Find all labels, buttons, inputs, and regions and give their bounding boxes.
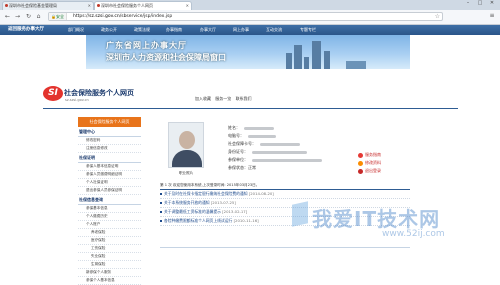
tab-label: 深圳市社会保险服务个人网页 xyxy=(101,3,153,8)
tab-bar: 深圳市社会保险基金管理局 ✕ 深圳市社会保险服务个人网页 ✕ – □ ✕ xyxy=(0,0,500,10)
sidebar-section-title: 社保证明 xyxy=(78,153,141,163)
nav-item[interactable]: 政策法规 xyxy=(134,25,150,35)
nav-item[interactable]: 办事指南 xyxy=(166,25,182,35)
close-tab-icon[interactable]: ✕ xyxy=(88,3,91,8)
page-subtitle: sz.szsi.gov.cn xyxy=(65,98,89,102)
sidebar-item[interactable]: 参保人员缴费明细证明 xyxy=(78,171,141,179)
tab-label: 深圳市社会保险基金管理局 xyxy=(9,3,57,8)
minimize-icon[interactable]: – xyxy=(462,0,474,7)
close-window-icon[interactable]: ✕ xyxy=(486,0,498,7)
url-field[interactable]: 🔒安全 https://sz.szsi.gov.cn/sbservice/jsp… xyxy=(48,12,443,21)
home-link[interactable]: 返回服务办事大厅 xyxy=(8,25,44,35)
favicon-icon xyxy=(5,4,8,7)
reload-icon[interactable]: ↻ xyxy=(25,13,32,20)
sidebar-subitem[interactable]: 失业保险 xyxy=(78,253,141,261)
nav-item[interactable]: 专题专栏 xyxy=(300,25,316,35)
sidebar-item[interactable]: 修改密码 xyxy=(78,137,141,145)
back-icon[interactable]: ← xyxy=(4,13,11,20)
sidebar-item[interactable]: 个人社保证明 xyxy=(78,179,141,187)
services-link[interactable]: 服务一览 xyxy=(215,96,231,101)
watermark: 我爱IT技术网 www.52ij.com xyxy=(292,201,445,239)
forward-icon[interactable]: → xyxy=(14,13,21,20)
sidebar-subitem[interactable]: 医疗保险 xyxy=(78,237,141,245)
favicon-icon xyxy=(97,4,100,7)
sidebar-section-title: 社保信息查询 xyxy=(78,195,141,205)
address-bar-row: ← → ↻ ⌂ 🔒安全 https://sz.szsi.gov.cn/sbser… xyxy=(0,10,500,25)
url-text: https://sz.szsi.gov.cn/sbservice/jsp/ind… xyxy=(73,14,173,19)
si-logo: SI xyxy=(43,86,63,101)
welcome-message: 第 1 次 欢迎您使用本系统,上次登录时间: 2015年03月23日。 xyxy=(160,183,410,190)
sidebar: 社会保险服务个人网页 管理中心 修改密码 注册信息修改 社保证明 参保人基本信息… xyxy=(78,117,141,285)
logout-icon xyxy=(358,169,363,174)
logout-link[interactable]: 退出登录 xyxy=(358,168,381,176)
sidebar-item[interactable]: 参保人基本信息证明 xyxy=(78,163,141,171)
bookmark-star-icon[interactable]: ☆ xyxy=(435,13,440,20)
browser-menu-icon[interactable]: ≡ xyxy=(488,12,496,20)
banner-line-1: 广东省网上办事大厅 xyxy=(106,41,187,50)
info-row: 社会保障卡号： xyxy=(228,141,322,149)
secure-badge[interactable]: 🔒安全 xyxy=(49,13,67,20)
sidebar-item[interactable]: 个人账户 xyxy=(78,221,141,229)
building-graphic xyxy=(312,41,321,69)
redacted-value xyxy=(260,142,300,146)
close-tab-icon[interactable]: ✕ xyxy=(186,3,189,8)
building-graphic xyxy=(286,53,292,69)
photo-caption: 职业照片 xyxy=(178,171,194,175)
profile-actions: 服务指南 修改资料 退出登录 xyxy=(358,152,381,176)
building-graphic xyxy=(294,45,302,69)
sidebar-item[interactable]: 参保基本信息 xyxy=(78,205,141,213)
service-guide-link[interactable]: 服务指南 xyxy=(358,152,381,160)
browser-tab-active[interactable]: 深圳市社会保险服务个人网页 ✕ xyxy=(94,1,192,10)
edit-profile-link[interactable]: 修改资料 xyxy=(358,160,381,168)
content-divider xyxy=(160,247,410,248)
sidebar-subitem[interactable]: 养老保险 xyxy=(78,229,141,237)
info-row: 参保单位： xyxy=(228,157,322,165)
sidebar-item[interactable]: 注册信息修改 xyxy=(78,145,141,153)
sidebar-item[interactable]: 退出参保人员参保证明 xyxy=(78,187,141,195)
nav-item[interactable]: 网上办事 xyxy=(233,25,249,35)
building-graphic xyxy=(346,61,366,69)
edit-icon xyxy=(358,161,363,166)
browser-tab[interactable]: 深圳市社会保险基金管理局 ✕ xyxy=(2,1,94,10)
sidebar-section-title: 管理中心 xyxy=(78,127,141,137)
redacted-value xyxy=(252,150,307,154)
contact-link[interactable]: 联系我们 xyxy=(236,96,252,101)
maximize-icon[interactable]: □ xyxy=(474,0,486,7)
profile-info: 姓名： 电脑号： 社会保障卡号： 身份证号： 参保单位： 参保状态：正常 xyxy=(228,125,322,173)
info-row: 姓名： xyxy=(228,125,322,133)
news-item[interactable]: 关于及时在社保卡指定银行缴纳社会保险费的通知 [2014-08-20] xyxy=(160,190,410,199)
nav-item[interactable]: 办事大厅 xyxy=(200,25,216,35)
nav-item[interactable]: 部门概况 xyxy=(68,25,84,35)
nav-item[interactable]: 政务公开 xyxy=(101,25,117,35)
home-icon[interactable]: ⌂ xyxy=(35,13,42,20)
add-favorite-link[interactable]: 加入收藏 xyxy=(195,96,211,101)
sidebar-item[interactable]: 个人缴费历史 xyxy=(78,213,141,221)
service-guide-icon xyxy=(358,153,363,158)
sidebar-subitem[interactable]: 生育保险 xyxy=(78,261,141,269)
window-controls: – □ ✕ xyxy=(462,0,498,8)
redacted-value xyxy=(248,134,276,138)
building-graphic xyxy=(304,57,309,69)
info-row: 参保状态：正常 xyxy=(228,165,256,170)
info-row: 身份证号： xyxy=(228,149,322,157)
page-title: 社会保险服务个人网页 xyxy=(64,89,134,97)
building-graphic xyxy=(324,51,330,69)
header-divider xyxy=(43,108,458,109)
user-photo xyxy=(168,122,204,168)
status-value: 正常 xyxy=(248,165,256,170)
nav-item[interactable]: 互动交流 xyxy=(266,25,282,35)
sidebar-item[interactable]: 新参保个人服务 xyxy=(78,269,141,277)
site-banner: 广东省网上办事大厅 深圳市人力资源和社会保障局窗口 xyxy=(86,35,410,69)
sidebar-subitem[interactable]: 工伤保险 xyxy=(78,245,141,253)
redacted-value xyxy=(244,126,274,130)
site-nav-bar: 返回服务办事大厅 部门概况 政务公开 政策法规 办事指南 办事大厅 网上办事 互… xyxy=(0,25,500,35)
watermark-logo xyxy=(292,201,308,227)
redacted-value xyxy=(252,158,322,162)
banner-line-2: 深圳市人力资源和社会保障局窗口 xyxy=(106,53,226,62)
sidebar-item[interactable]: 参保个人基本信息 xyxy=(78,277,141,285)
header-links: 加入收藏 服务一览 联系我们 xyxy=(195,96,255,102)
sidebar-header: 社会保险服务个人网页 xyxy=(78,117,141,127)
info-row: 电脑号： xyxy=(228,133,322,141)
